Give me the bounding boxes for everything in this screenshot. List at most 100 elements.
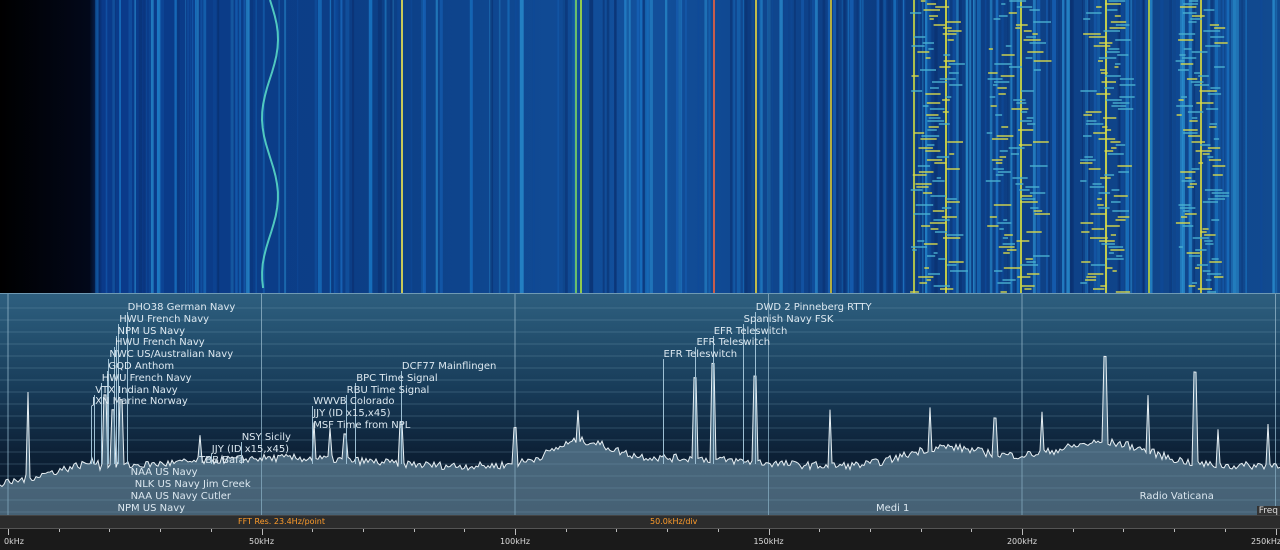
waterfall-fsk-burst: [1210, 36, 1225, 38]
waterfall-fsk-burst: [1191, 51, 1208, 53]
waterfall-fsk-burst: [917, 165, 930, 167]
waterfall-fsk-burst: [1098, 60, 1103, 62]
station-label[interactable]: NWC US/Australian Navy: [109, 349, 233, 360]
waterfall-fsk-burst: [923, 9, 940, 11]
frequency-axis[interactable]: 0kHz 50kHz 100kHz 150kHz 200kHz 250kHz: [0, 528, 1280, 550]
waterfall-fsk-burst: [922, 42, 934, 44]
waterfall-fsk-burst: [1199, 90, 1217, 92]
waterfall-fsk-burst: [936, 177, 941, 179]
waterfall-fsk-burst: [987, 225, 999, 227]
waterfall-fsk-burst: [940, 288, 954, 290]
waterfall-fsk-burst: [1098, 57, 1117, 59]
waterfall-fsk-burst: [1178, 204, 1191, 206]
waterfall-fsk-burst: [1087, 273, 1104, 275]
station-label[interactable]: GQD Anthom: [108, 361, 174, 372]
waterfall-fsk-burst: [1008, 147, 1025, 149]
waterfall-fsk-burst: [1081, 231, 1090, 233]
station-label[interactable]: NLK US Navy Jim Creek: [135, 479, 251, 490]
station-label[interactable]: MSF Time from NPL: [313, 420, 410, 431]
axis-tick: [8, 529, 9, 535]
station-label[interactable]: EFR Teleswitch: [714, 326, 788, 337]
waterfall-fsk-burst: [1096, 93, 1111, 95]
station-label[interactable]: HWU French Navy: [102, 373, 192, 384]
waterfall-streak: [708, 0, 711, 293]
station-label[interactable]: VTX Indian Navy: [95, 385, 177, 396]
waterfall-fsk-burst: [996, 135, 1014, 137]
waterfall-fsk-burst: [1106, 258, 1124, 260]
waterfall-streak: [1206, 0, 1210, 293]
waterfall-streak: [151, 0, 154, 293]
waterfall-streak: [989, 0, 993, 293]
waterfall-fsk-burst: [1084, 156, 1093, 158]
waterfall-streak: [397, 0, 400, 293]
axis-minor-tick: [1174, 529, 1176, 532]
waterfall-fsk-burst: [1182, 12, 1197, 14]
waterfall-fsk-burst: [928, 126, 939, 128]
axis-minor-tick: [920, 529, 922, 532]
station-label[interactable]: HWU French Navy: [119, 314, 209, 325]
station-label[interactable]: NSY Sicily: [242, 432, 291, 443]
station-label[interactable]: NPM US Navy: [117, 326, 185, 337]
waterfall-fsk-burst: [926, 114, 939, 116]
spectrum-display[interactable]: DHO38 German Navy HWU French Navy NPM US N…: [0, 293, 1280, 516]
waterfall-streak: [1130, 0, 1133, 293]
waterfall-fsk-burst: [1083, 114, 1092, 116]
waterfall-fsk-burst: [926, 279, 931, 281]
division-scale: 50.0kHz/div: [650, 517, 698, 526]
waterfall-fsk-burst: [997, 222, 1012, 224]
station-label[interactable]: DCF77 Mainflingen: [402, 361, 496, 372]
waterfall-streak: [329, 0, 332, 293]
station-label[interactable]: JJY (ID x15,x45): [212, 444, 289, 455]
station-label[interactable]: NAA US Navy Cutler: [131, 491, 231, 502]
station-label[interactable]: Spanish Navy FSK: [744, 314, 834, 325]
station-label[interactable]: RBU Time Signal: [347, 385, 430, 396]
waterfall-fsk-burst: [924, 267, 929, 269]
waterfall-carrier: [1148, 0, 1150, 293]
waterfall-display[interactable]: [0, 0, 1280, 293]
station-label[interactable]: BPC Time Signal: [356, 373, 437, 384]
axis-minor-tick: [58, 529, 60, 532]
station-label[interactable]: JXN Marine Norway: [92, 396, 188, 407]
waterfall-streak: [284, 0, 287, 293]
waterfall-fsk-burst: [933, 24, 946, 26]
axis-minor-tick: [565, 529, 567, 532]
waterfall-fsk-burst: [936, 156, 950, 158]
station-label[interactable]: Medi 1: [876, 503, 909, 514]
axis-tick: [261, 529, 263, 535]
waterfall-streak: [843, 0, 845, 293]
waterfall-fsk-burst: [946, 198, 957, 200]
waterfall-fsk-burst: [938, 258, 946, 260]
waterfall-fsk-burst: [1032, 33, 1038, 35]
waterfall-fsk-burst: [911, 246, 927, 248]
waterfall-fsk-burst: [1190, 81, 1204, 83]
station-label[interactable]: TBB Bafa: [199, 455, 245, 466]
waterfall-fsk-burst: [1020, 198, 1036, 200]
waterfall-streak: [844, 0, 848, 293]
status-bar: FFT Res. 23.4Hz/point 50.0kHz/div: [0, 515, 1280, 528]
axis-minor-tick: [464, 529, 466, 532]
waterfall-fsk-burst: [922, 105, 929, 107]
waterfall-streak: [969, 0, 972, 293]
station-label[interactable]: DHO38 German Navy: [128, 302, 236, 313]
waterfall-fsk-burst: [1021, 195, 1033, 197]
station-label[interactable]: HWU French Navy: [115, 337, 205, 348]
waterfall-fsk-burst: [1025, 186, 1040, 188]
station-label[interactable]: NPM US Navy: [117, 503, 185, 514]
station-label[interactable]: JJY (ID x15,x45): [313, 408, 390, 419]
waterfall-streak: [176, 0, 180, 293]
waterfall-fsk-burst: [1019, 189, 1030, 191]
waterfall-streak: [760, 0, 763, 293]
waterfall-fsk-burst: [1096, 6, 1102, 8]
station-label[interactable]: EFR Teleswitch: [664, 349, 738, 360]
station-label[interactable]: EFR Teleswitch: [696, 337, 770, 348]
waterfall-fsk-burst: [942, 99, 950, 101]
axis-tick: [515, 529, 516, 535]
station-label[interactable]: WWVB Colorado: [313, 396, 394, 407]
waterfall-fsk-burst: [914, 132, 925, 134]
station-label[interactable]: Radio Vaticana: [1140, 491, 1214, 502]
station-label[interactable]: NAA US Navy: [131, 467, 198, 478]
waterfall-fsk-burst: [1097, 204, 1104, 206]
waterfall-fsk-burst: [1029, 192, 1046, 194]
station-label[interactable]: DWD 2 Pinneberg RTTY: [756, 302, 872, 313]
waterfall-fsk-burst: [1191, 15, 1205, 17]
